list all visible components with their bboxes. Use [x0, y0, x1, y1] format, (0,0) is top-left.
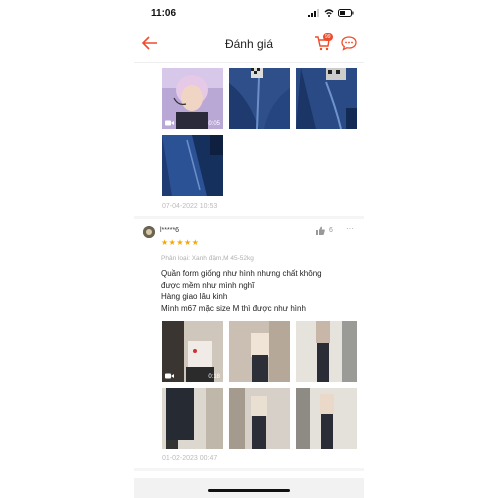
- outfit-photo: [162, 388, 223, 449]
- review-2-like-button[interactable]: 6: [316, 226, 333, 235]
- review-2-comment: Quần form giống như hình nhưng chất khôn…: [161, 268, 356, 314]
- header: Đánh giá 99: [134, 28, 364, 63]
- outfit-photo: [296, 388, 357, 449]
- home-indicator[interactable]: [208, 489, 290, 492]
- comment-line: được mềm như mình nghĩ: [161, 280, 255, 290]
- cart-badge: 99: [323, 33, 333, 41]
- review-1-photo-2[interactable]: [229, 68, 290, 129]
- review-2-photo-5[interactable]: [229, 388, 290, 449]
- review-2-photo-3[interactable]: [296, 321, 357, 382]
- review-2-like-count: 6: [329, 227, 333, 234]
- status-icons: [308, 9, 354, 17]
- thumbs-up-icon: [316, 226, 325, 235]
- review-separator: [134, 216, 364, 219]
- video-camera-icon: [165, 373, 174, 379]
- status-time: 11:06: [151, 8, 177, 19]
- phone-screen: 11:06 Đánh giá 99 0:05 07-04-2022 10:53 …: [134, 0, 364, 498]
- battery-icon: [338, 9, 354, 17]
- avatar[interactable]: [143, 226, 155, 238]
- review-1-photo-4[interactable]: [162, 135, 223, 196]
- wifi-icon: [324, 9, 334, 17]
- review-2-more-button[interactable]: ···: [346, 224, 354, 233]
- review-2-username: l*****6: [160, 227, 180, 234]
- outfit-photo: [229, 321, 290, 382]
- comment-line: Mình m67 mặc size M thì được như hình: [161, 303, 306, 313]
- review-2-photo-4[interactable]: [162, 388, 223, 449]
- review-2-date: 01-02-2023 00:47: [162, 455, 218, 462]
- comment-line: Quần form giống như hình nhưng chất khôn…: [161, 269, 322, 278]
- comment-line: Hàng giao lâu kinh: [161, 292, 228, 301]
- bottom-bar: [134, 478, 364, 498]
- jeans-photo: [162, 135, 223, 196]
- review-separator: [134, 468, 364, 471]
- video-camera-icon: [165, 120, 174, 126]
- review-1-video-thumb[interactable]: 0:05: [162, 68, 223, 129]
- review-1-date: 07-04-2022 10:53: [162, 203, 218, 210]
- signal-icon: [308, 9, 319, 17]
- video-duration: 0:05: [208, 121, 220, 127]
- chat-icon[interactable]: [341, 36, 357, 51]
- outfit-photo: [296, 321, 357, 382]
- review-2-photo-2[interactable]: [229, 321, 290, 382]
- review-2-video-thumb[interactable]: 0:18: [162, 321, 223, 382]
- jeans-photo: [296, 68, 357, 129]
- review-1-photo-3[interactable]: [296, 68, 357, 129]
- outfit-photo: [229, 388, 290, 449]
- review-2-variant: Phân loại: Xanh đậm,M 45-52kg: [161, 255, 254, 262]
- status-bar: 11:06: [134, 0, 364, 28]
- jeans-photo: [229, 68, 290, 129]
- review-2-photo-6[interactable]: [296, 388, 357, 449]
- video-duration: 0:18: [208, 374, 220, 380]
- review-2-rating-stars: ★★★★★: [161, 238, 200, 247]
